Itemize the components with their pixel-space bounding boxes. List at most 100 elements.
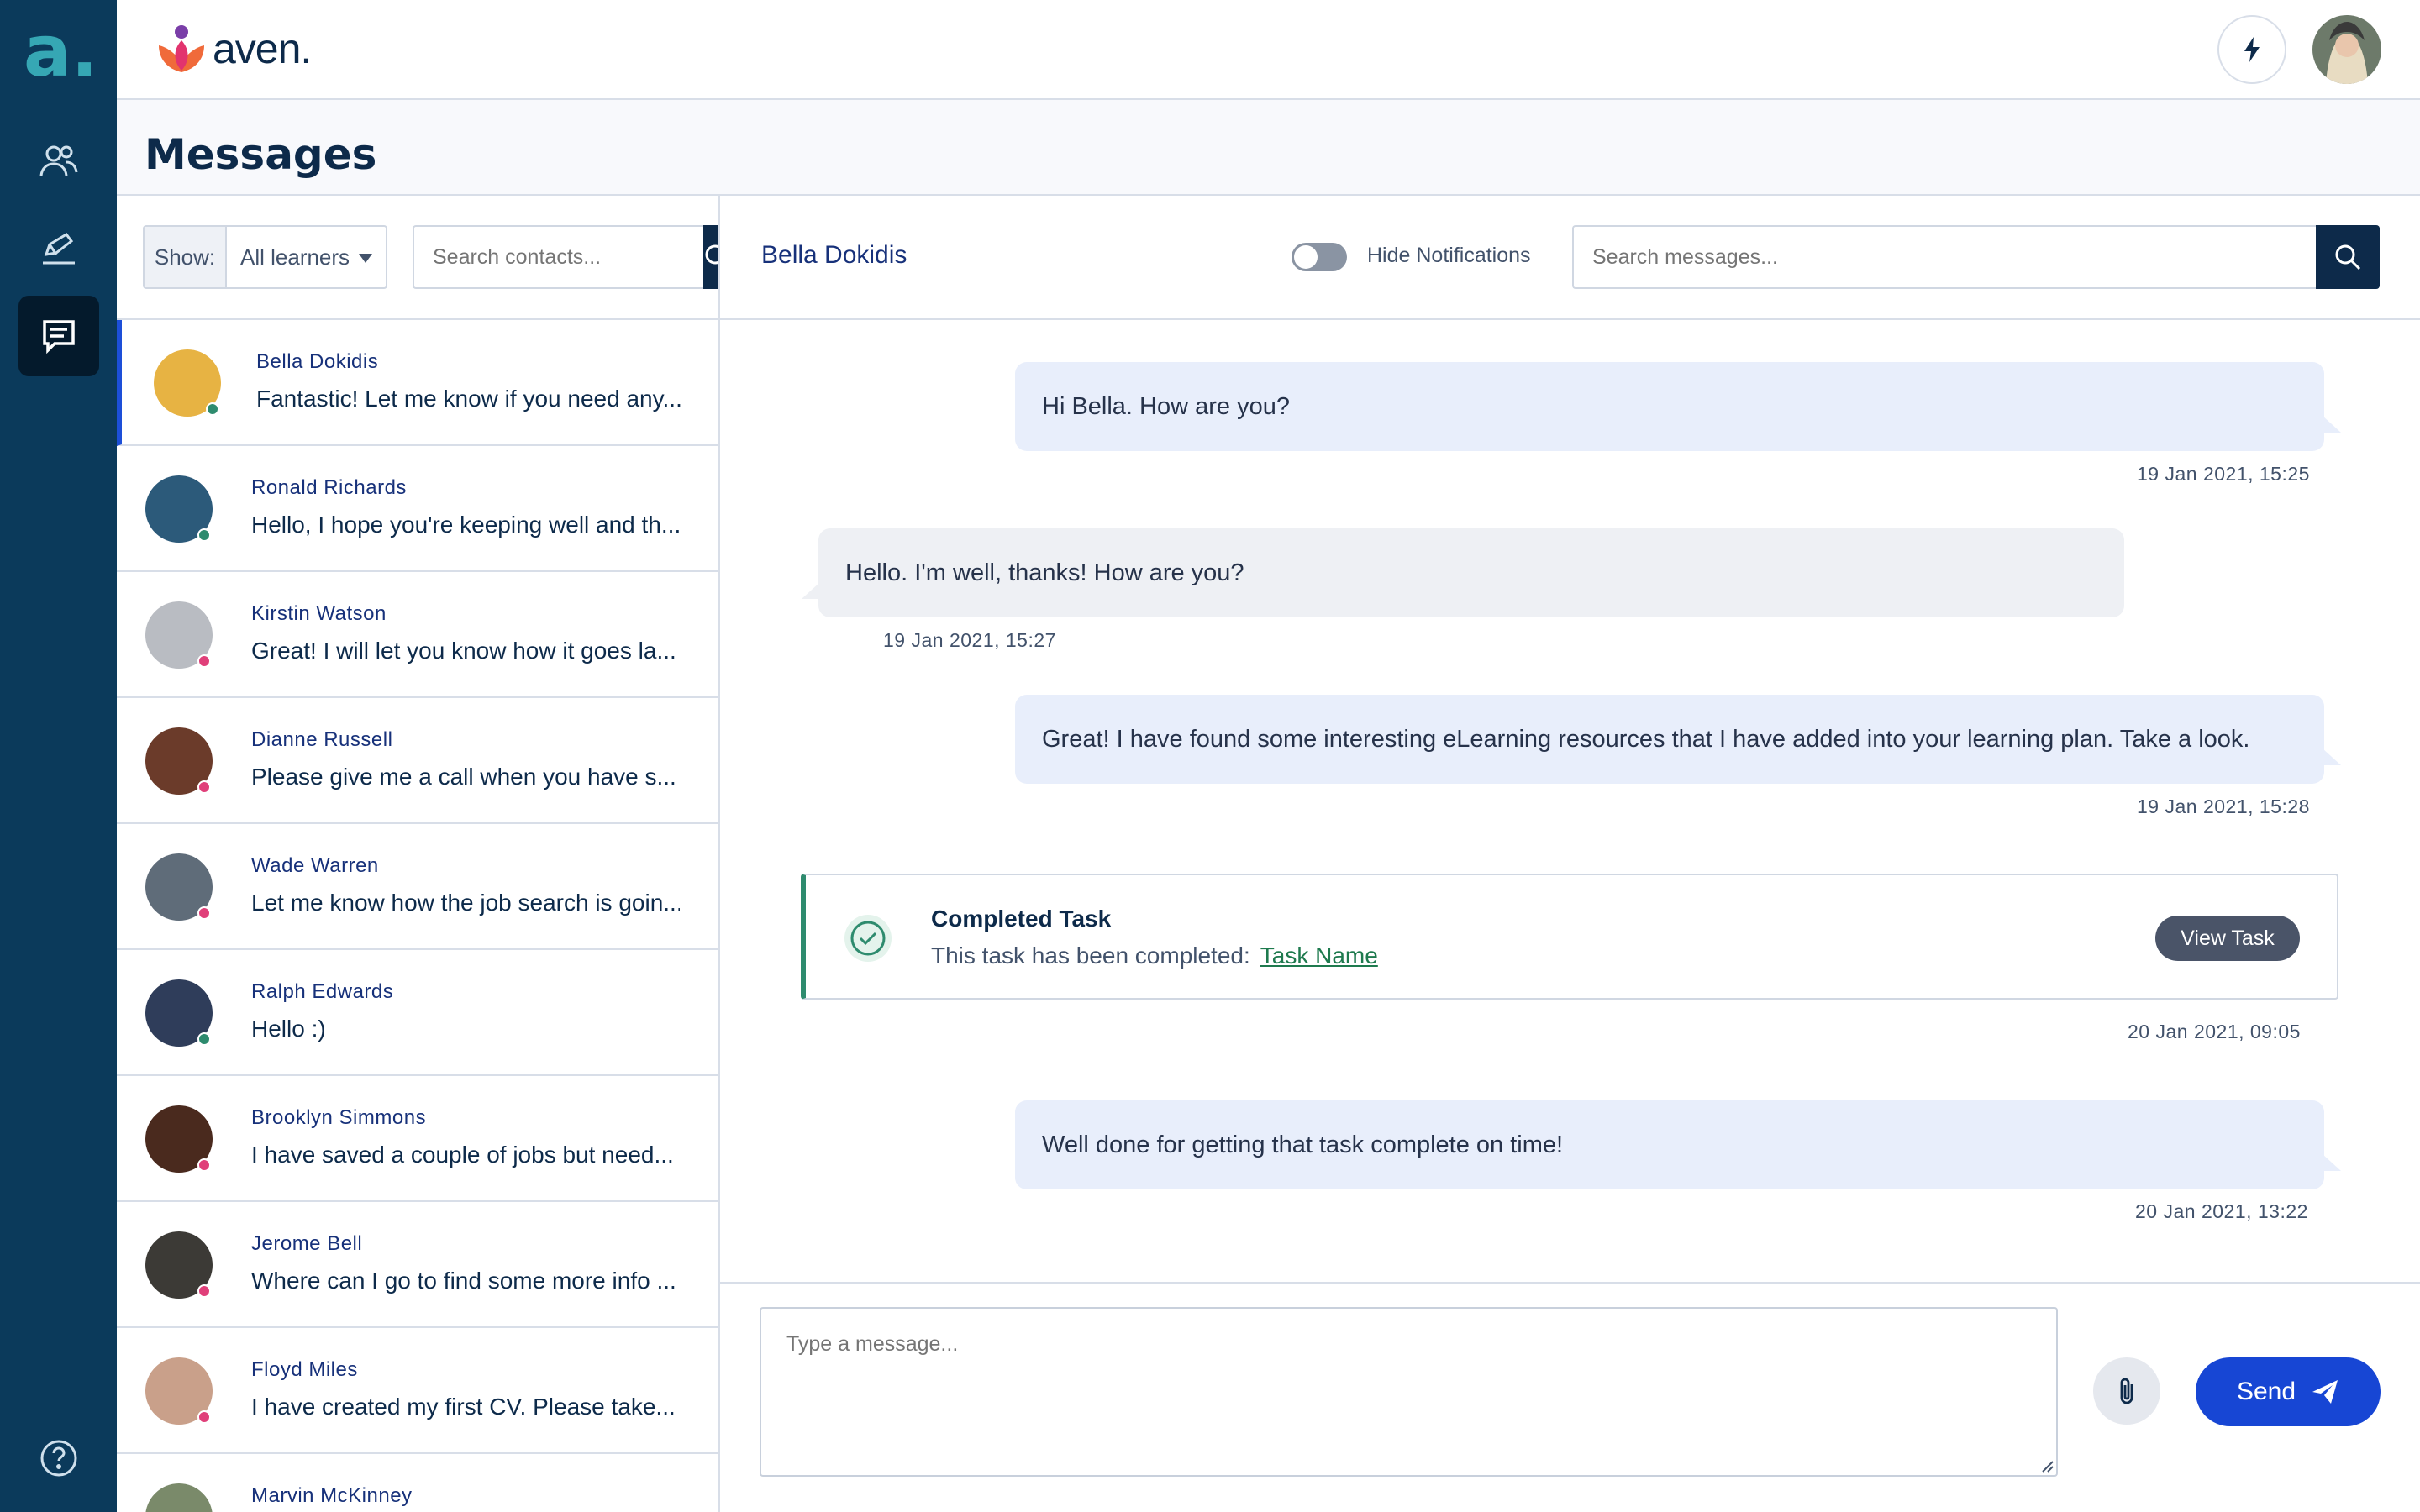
show-filter-value-text: All learners	[240, 244, 350, 270]
contact-name: Bella Dokidis	[256, 350, 379, 373]
brand[interactable]: aven.	[155, 24, 312, 74]
presence-status-dot	[197, 1032, 211, 1046]
chat-icon	[43, 320, 75, 354]
message-timestamp: 20 Jan 2021, 09:05	[2128, 1021, 2301, 1042]
contact-item[interactable]: Bella Dokidis Fantastic! Let me know if y…	[117, 320, 718, 446]
contact-list: Bella Dokidis Fantastic! Let me know if y…	[117, 320, 718, 1512]
help-icon	[40, 1440, 77, 1477]
contact-last-message: I have saved a couple of jobs but need..…	[251, 1142, 674, 1168]
task-card-description: This task has been completed: Task Name	[931, 942, 1378, 969]
show-filter-value[interactable]: All learners	[227, 227, 386, 287]
task-card-title: Completed Task	[931, 906, 1112, 932]
page-title: Messages	[145, 130, 377, 179]
view-task-button[interactable]: View Task	[2155, 916, 2300, 961]
contact-name: Jerome Bell	[251, 1232, 363, 1255]
message-search-button[interactable]	[2316, 225, 2380, 289]
title-bar: Messages	[117, 100, 2420, 196]
check-circle-icon	[844, 915, 892, 962]
message-search	[1572, 225, 2380, 289]
toggle-knob	[1294, 245, 1318, 269]
contact-last-message: Fantastic! Let me know if you need any..…	[256, 386, 682, 412]
search-icon	[2335, 244, 2361, 270]
contact-name: Ronald Richards	[251, 476, 407, 499]
message-search-input[interactable]	[1572, 225, 2316, 289]
rail-item-messages[interactable]	[18, 296, 99, 376]
presence-status-dot	[197, 528, 211, 542]
contact-item[interactable]: Marvin McKinney	[117, 1454, 718, 1512]
message-bubble-outgoing: Great! I have found some interesting eLe…	[1015, 695, 2341, 784]
search-icon	[705, 244, 718, 265]
contact-last-message: Great! I will let you know how it goes l…	[251, 638, 676, 664]
quick-actions-button[interactable]	[2217, 15, 2286, 84]
contact-last-message: Where can I go to find some more info ..…	[251, 1268, 676, 1294]
send-button-label: Send	[2236, 1378, 2296, 1405]
bolt-icon	[2244, 37, 2260, 62]
lotus-logo-icon	[159, 25, 204, 72]
contact-last-message: Hello :)	[251, 1016, 326, 1042]
contact-name: Wade Warren	[251, 854, 379, 877]
contact-name: Ralph Edwards	[251, 980, 394, 1003]
attach-button[interactable]	[2093, 1357, 2160, 1425]
chat-contact-name: Bella Dokidis	[761, 241, 908, 269]
task-name-link[interactable]: Task Name	[1260, 942, 1378, 969]
chat-panel: Bella Dokidis Hide Notifications Hi Bell…	[720, 196, 2420, 1512]
message-composer: Send	[720, 1282, 2420, 1512]
contact-search	[413, 225, 718, 289]
contacts-panel: Show: All learners Bella Dokidis Fantasti…	[117, 196, 720, 1512]
contact-name: Kirstin Watson	[251, 602, 387, 625]
user-avatar[interactable]	[2312, 15, 2381, 84]
contact-item[interactable]: Dianne Russell Please give me a call when…	[117, 698, 718, 824]
show-filter-select[interactable]: Show: All learners	[143, 225, 387, 289]
contact-avatar	[145, 1483, 213, 1512]
contact-last-message: Let me know how the job search is goin..…	[251, 890, 680, 916]
avatar-image	[2312, 15, 2381, 84]
contact-last-message: I have created my first CV. Please take.…	[251, 1394, 676, 1420]
contact-name: Marvin McKinney	[251, 1484, 413, 1507]
rail-item-help[interactable]	[18, 1418, 99, 1499]
contact-name: Dianne Russell	[251, 728, 393, 751]
left-rail: a.	[0, 0, 117, 1512]
contact-name: Floyd Miles	[251, 1358, 358, 1381]
rail-logo[interactable]: a.	[24, 16, 98, 87]
contact-last-message: Hello, I hope you're keeping well and th…	[251, 512, 680, 538]
message-bubble-outgoing: Well done for getting that task complete…	[1015, 1100, 2341, 1189]
brand-name: aven.	[213, 25, 312, 72]
contact-name: Brooklyn Simmons	[251, 1106, 427, 1129]
hide-notifications-label: Hide Notifications	[1367, 244, 1531, 267]
task-card-description-text: This task has been completed:	[931, 942, 1250, 969]
presence-status-dot	[197, 1284, 211, 1298]
message-timestamp: 19 Jan 2021, 15:27	[883, 629, 1056, 651]
resize-grip-icon[interactable]	[2039, 1458, 2054, 1473]
hide-notifications-toggle[interactable]	[1292, 243, 1347, 271]
message-timestamp: 19 Jan 2021, 15:25	[2137, 463, 2310, 485]
send-button[interactable]: Send	[2196, 1357, 2381, 1426]
message-bubble-incoming: Hello. I'm well, thanks! How are you?	[802, 528, 2124, 617]
chevron-down-icon	[359, 254, 372, 263]
top-bar: aven.	[117, 0, 2420, 100]
rail-item-edit[interactable]	[18, 207, 99, 287]
message-timestamp: 19 Jan 2021, 15:28	[2137, 795, 2310, 817]
message-bubble-outgoing: Hi Bella. How are you?	[1015, 362, 2341, 451]
contact-item[interactable]: Ralph Edwards Hello :)	[117, 950, 718, 1076]
chat-header: Bella Dokidis Hide Notifications	[720, 196, 2420, 320]
presence-status-dot	[197, 1410, 211, 1424]
message-thread: Hi Bella. How are you? 19 Jan 2021, 15:2…	[720, 320, 2420, 1353]
contact-search-input[interactable]	[413, 225, 703, 289]
contact-item[interactable]: Kirstin Watson Great! I will let you know…	[117, 572, 718, 698]
paperclip-icon	[2120, 1378, 2133, 1404]
completed-task-card: Completed Task This task has been comple…	[801, 874, 2338, 1000]
contact-item[interactable]: Floyd Miles I have created my first CV. P…	[117, 1328, 718, 1454]
rail-item-people[interactable]	[18, 121, 99, 202]
contact-item[interactable]: Jerome Bell Where can I go to find some m…	[117, 1202, 718, 1328]
pen-icon	[43, 233, 75, 265]
contact-item[interactable]: Brooklyn Simmons I have saved a couple of…	[117, 1076, 718, 1202]
show-filter-label: Show:	[145, 227, 227, 287]
message-input[interactable]	[760, 1307, 2058, 1477]
contacts-filter-bar: Show: All learners	[117, 196, 718, 320]
contact-item[interactable]: Ronald Richards Hello, I hope you're keep…	[117, 446, 718, 572]
presence-status-dot	[197, 906, 211, 920]
message-timestamp: 20 Jan 2021, 13:22	[2135, 1200, 2308, 1222]
contact-item[interactable]: Wade Warren Let me know how the job searc…	[117, 824, 718, 950]
contact-search-button[interactable]	[703, 225, 718, 289]
paper-plane-icon	[2312, 1380, 2338, 1404]
